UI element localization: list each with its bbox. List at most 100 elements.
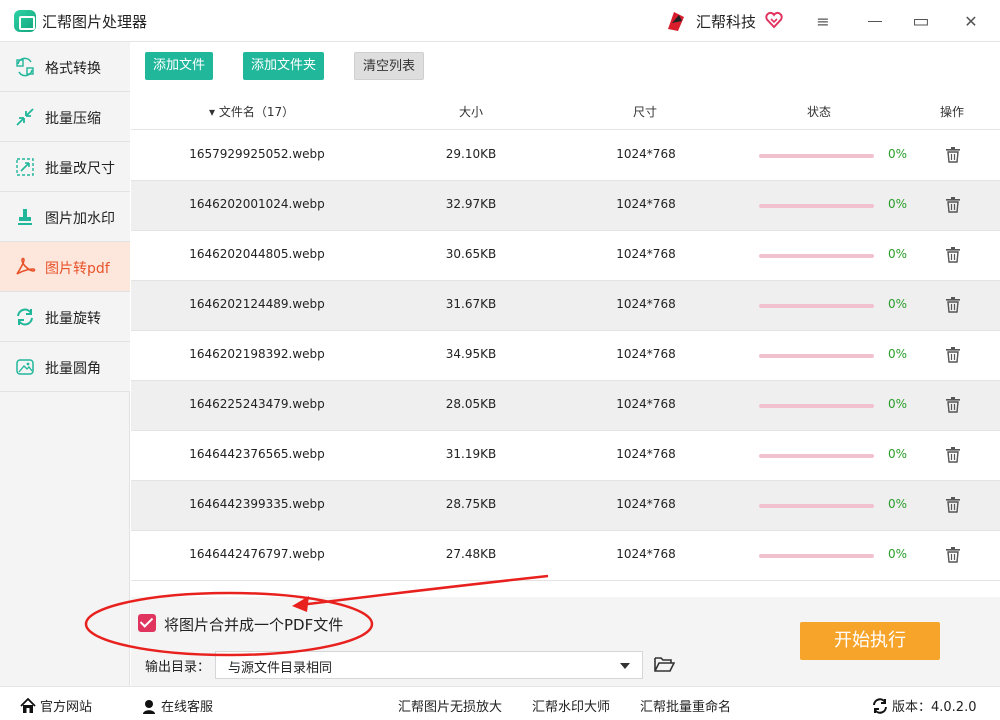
file-name: 1646202198392.webp xyxy=(189,347,325,361)
progress-bar xyxy=(759,254,874,258)
maximize-button[interactable]: ▭ xyxy=(910,10,932,32)
table-row[interactable]: 1646202001024.webp 32.97KB 1024*768 0% xyxy=(131,181,1000,231)
trash-icon[interactable] xyxy=(946,197,960,213)
clear-list-button[interactable]: 清空列表 xyxy=(354,52,425,80)
pdf-icon xyxy=(16,257,36,275)
progress-bar xyxy=(759,304,874,308)
menu-icon[interactable]: ≡ xyxy=(812,10,834,32)
table-row[interactable]: 1646202044805.webp 30.65KB 1024*768 0% xyxy=(131,231,1000,281)
lossless-link[interactable]: 汇帮图片无损放大 xyxy=(398,696,502,715)
trash-icon[interactable] xyxy=(946,547,960,563)
resize-icon xyxy=(16,158,34,176)
file-size: 31.19KB xyxy=(445,447,497,461)
sidebar-item-label: 格式转换 xyxy=(45,61,101,77)
footer-bar: 官方网站 在线客服 汇帮图片无损放大 汇帮水印大师 汇帮批量重命名 版本：4.0… xyxy=(0,686,1000,720)
brand-name: 汇帮科技 xyxy=(696,13,757,31)
version-info[interactable]: 版本：4.0.2.0 xyxy=(872,696,976,715)
round-corner-icon xyxy=(16,359,34,375)
sidebar-item-format-convert[interactable]: 格式转换 xyxy=(0,42,130,92)
sidebar-item-label: 批量圆角 xyxy=(45,361,101,377)
trash-icon[interactable] xyxy=(946,447,960,463)
file-size: 28.05KB xyxy=(445,397,497,411)
table-row[interactable]: 1646202198392.webp 34.95KB 1024*768 0% xyxy=(131,331,1000,381)
file-size: 28.75KB xyxy=(445,497,497,511)
sidebar-item-round-corner[interactable]: 批量圆角 xyxy=(0,342,130,392)
trash-icon[interactable] xyxy=(946,247,960,263)
progress-percent: 0% xyxy=(888,347,908,361)
table-row[interactable]: 1646225243479.webp 28.05KB 1024*768 0% xyxy=(131,381,1000,431)
watermark-icon xyxy=(18,209,32,225)
version-label: 版本：4.0.2.0 xyxy=(892,700,977,715)
file-dimension: 1024*768 xyxy=(616,297,676,311)
brand-logo-icon xyxy=(668,12,684,31)
progress-bar xyxy=(759,204,874,208)
support-label: 在线客服 xyxy=(161,700,214,715)
start-button[interactable]: 开始执行 xyxy=(800,622,940,660)
file-name: 1646442399335.webp xyxy=(189,497,325,511)
minimize-button[interactable] xyxy=(864,10,886,32)
table-row[interactable]: 1646442476797.webp 27.48KB 1024*768 0% xyxy=(131,531,1000,581)
progress-bar xyxy=(759,554,874,558)
refresh-icon xyxy=(873,697,887,714)
file-name: 1646202124489.webp xyxy=(189,297,325,311)
file-dimension: 1024*768 xyxy=(616,247,676,261)
headset-icon xyxy=(143,699,155,714)
sidebar-item-compress[interactable]: 批量压缩 xyxy=(0,92,130,142)
trash-icon[interactable] xyxy=(946,397,960,413)
progress-percent: 0% xyxy=(888,397,908,411)
table-row[interactable]: 1646442376565.webp 31.19KB 1024*768 0% xyxy=(131,431,1000,481)
trash-icon[interactable] xyxy=(946,347,960,363)
progress-percent: 0% xyxy=(888,497,908,511)
file-size: 30.65KB xyxy=(445,247,497,261)
table-row[interactable]: 1646202124489.webp 31.67KB 1024*768 0% xyxy=(131,281,1000,331)
file-dimension: 1024*768 xyxy=(616,147,676,161)
sidebar-item-rotate[interactable]: 批量旋转 xyxy=(0,292,130,342)
file-size: 31.67KB xyxy=(445,297,497,311)
sidebar-item-resize[interactable]: 批量改尺寸 xyxy=(0,142,130,192)
sidebar-item-label: 批量压缩 xyxy=(45,111,101,127)
progress-bar xyxy=(759,504,874,508)
home-icon xyxy=(20,697,36,713)
watermark-master-link[interactable]: 汇帮水印大师 xyxy=(532,696,610,715)
file-name: 1657929925052.webp xyxy=(189,147,325,161)
merge-pdf-label[interactable]: 将图片合并成一个PDF文件 xyxy=(164,614,343,635)
progress-percent: 0% xyxy=(888,147,908,161)
folder-open-icon[interactable] xyxy=(653,654,675,674)
progress-percent: 0% xyxy=(888,547,908,561)
trash-icon[interactable] xyxy=(946,497,960,513)
output-dir-label: 输出目录： xyxy=(145,660,211,675)
merge-pdf-checkbox[interactable] xyxy=(138,614,156,632)
file-dimension: 1024*768 xyxy=(616,447,676,461)
file-size: 34.95KB xyxy=(445,347,497,361)
file-size: 29.10KB xyxy=(445,147,497,161)
sidebar-item-pdf[interactable]: 图片转pdf xyxy=(0,242,130,292)
chevron-down-icon xyxy=(620,663,630,669)
output-dir-select[interactable]: 与源文件目录相同 xyxy=(215,651,643,679)
progress-bar xyxy=(759,354,874,358)
title-bar: 汇帮图片处理器 汇帮科技 ≡ ▭ ✕ xyxy=(0,0,1000,42)
file-dimension: 1024*768 xyxy=(616,497,676,511)
add-folder-button[interactable]: 添加文件夹 xyxy=(243,52,325,80)
trash-icon[interactable] xyxy=(946,147,960,163)
progress-percent: 0% xyxy=(888,297,908,311)
sidebar-item-label: 批量旋转 xyxy=(45,311,101,327)
rotate-icon xyxy=(17,308,33,326)
column-header-action: 操作 xyxy=(940,105,965,119)
table-row[interactable]: 1657929925052.webp 29.10KB 1024*768 0% xyxy=(131,131,1000,181)
file-name: 1646202001024.webp xyxy=(189,197,325,211)
add-file-button[interactable]: 添加文件 xyxy=(145,52,214,80)
file-dimension: 1024*768 xyxy=(616,197,676,211)
heart-icon[interactable] xyxy=(764,10,784,30)
file-dimension: 1024*768 xyxy=(616,547,676,561)
trash-icon[interactable] xyxy=(946,297,960,313)
table-row[interactable]: 1646442399335.webp 28.75KB 1024*768 0% xyxy=(131,481,1000,531)
column-header-name[interactable]: ▾ 文件名（17） xyxy=(209,103,294,120)
website-link[interactable]: 官方网站 xyxy=(20,696,92,715)
close-button[interactable]: ✕ xyxy=(960,10,982,32)
format-convert-icon xyxy=(16,57,34,77)
sidebar-item-watermark[interactable]: 图片加水印 xyxy=(0,192,130,242)
app-logo-icon xyxy=(14,10,36,32)
file-table-header: ▾ 文件名（17） 大小 尺寸 状态 操作 xyxy=(131,92,1000,130)
batch-rename-link[interactable]: 汇帮批量重命名 xyxy=(640,696,731,715)
support-link[interactable]: 在线客服 xyxy=(141,696,213,715)
